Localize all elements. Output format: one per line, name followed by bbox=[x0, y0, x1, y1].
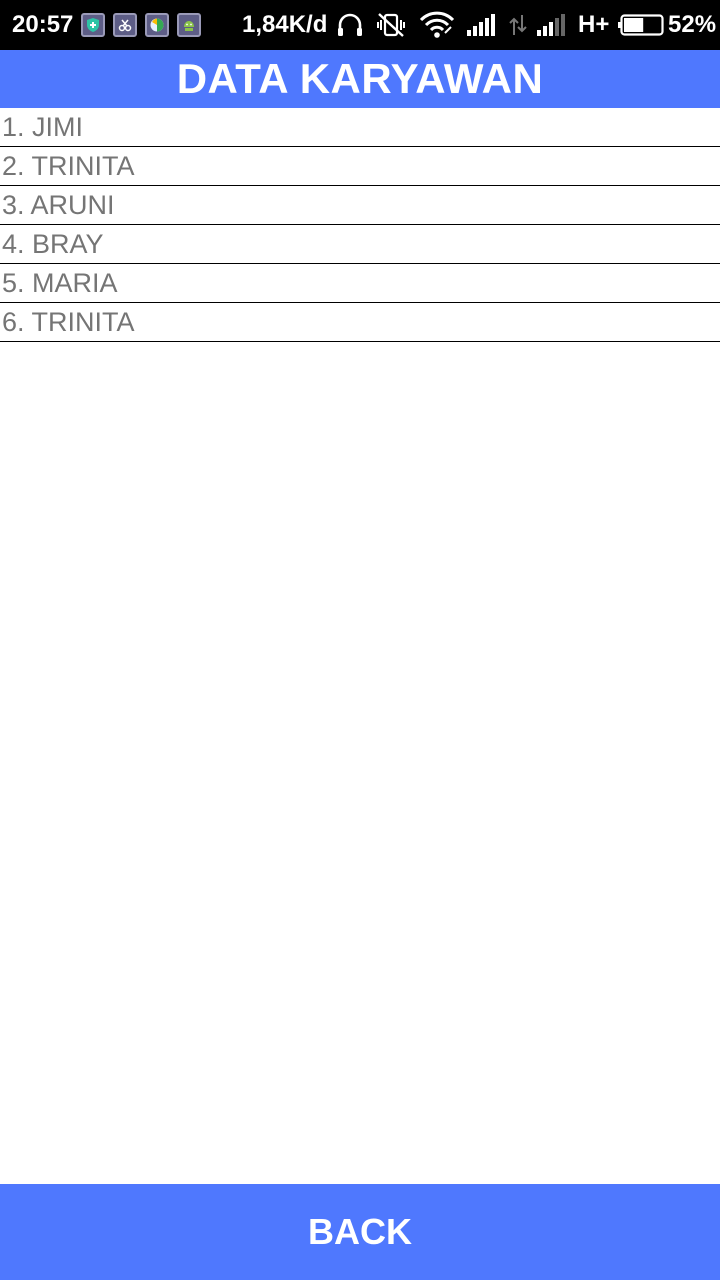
android-app-icon bbox=[177, 13, 201, 37]
employee-list-item[interactable]: 4. BRAY bbox=[0, 225, 720, 264]
battery-icon bbox=[618, 14, 664, 36]
battery-fill bbox=[624, 18, 644, 32]
wifi-icon bbox=[419, 10, 455, 40]
employee-list-item[interactable]: 1. JIMI bbox=[0, 108, 720, 147]
network-type: H+ bbox=[578, 11, 610, 38]
status-bar: 20:57 1,84K/d H+ 52% bbox=[0, 0, 720, 50]
employee-list-item[interactable]: 2. TRINITA bbox=[0, 147, 720, 186]
title-bar: DATA KARYAWAN bbox=[0, 50, 720, 108]
data-arrows-icon bbox=[506, 10, 530, 40]
employee-list-item[interactable]: 6. TRINITA bbox=[0, 303, 720, 342]
page-title: DATA KARYAWAN bbox=[176, 55, 544, 102]
signal-icon bbox=[466, 10, 500, 40]
headphones-icon bbox=[336, 10, 364, 40]
clock: 20:57 bbox=[12, 11, 74, 38]
signal-icon-2 bbox=[536, 10, 570, 40]
employee-list-item[interactable]: 3. ARUNI bbox=[0, 186, 720, 225]
employee-list-item[interactable]: 5. MARIA bbox=[0, 264, 720, 303]
battery-percent: 52% bbox=[668, 11, 717, 38]
employee-list: 1. JIMI 2. TRINITA 3. ARUNI 4. BRAY 5. M… bbox=[0, 108, 720, 342]
back-button[interactable]: BACK bbox=[0, 1184, 720, 1280]
network-speed: 1,84K/d bbox=[242, 11, 328, 38]
shield-app-icon bbox=[81, 13, 105, 37]
vibrate-off-icon bbox=[376, 10, 406, 40]
scissors-app-icon bbox=[113, 13, 137, 37]
globe-app-icon bbox=[145, 13, 169, 37]
